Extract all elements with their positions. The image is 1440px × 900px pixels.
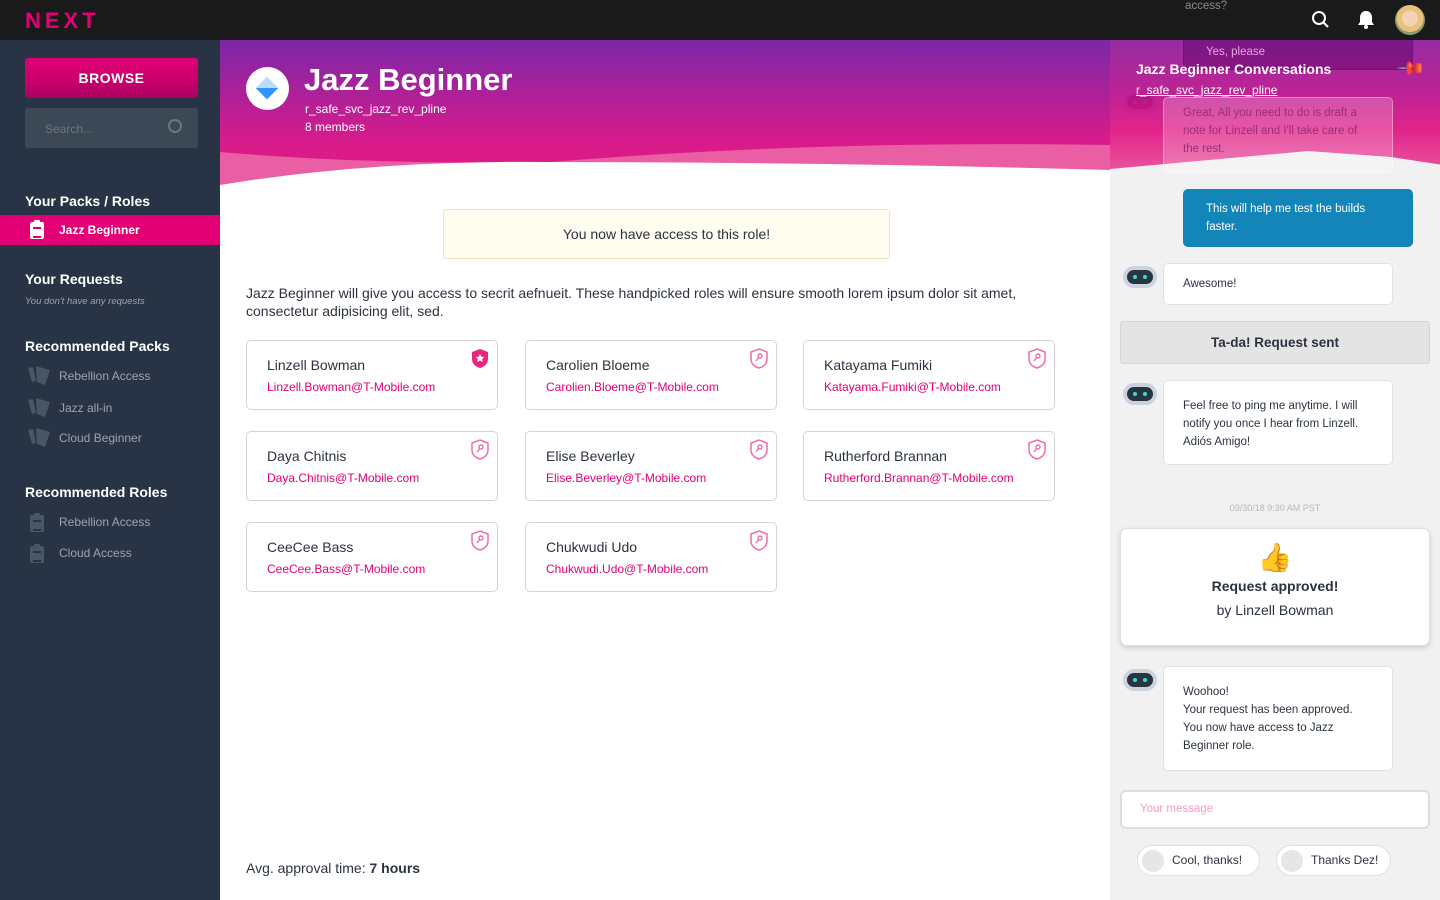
sidebar-search-input[interactable]: Search...: [25, 108, 198, 148]
requests-note: You don't have any requests: [25, 296, 145, 307]
key-shield-icon: [750, 348, 768, 369]
rec-packs-heading: Recommended Packs: [25, 338, 170, 354]
key-shield-icon: [1028, 439, 1046, 460]
member-card[interactable]: Chukwudi Udo Chukwudi.Udo@T-Mobile.com: [525, 522, 777, 592]
member-name: CeeCee Bass: [267, 539, 354, 555]
member-name: Chukwudi Udo: [546, 539, 638, 555]
sidebar-item-label: Jazz all-in: [59, 401, 113, 415]
user-message: This will help me test the builds faster…: [1183, 189, 1413, 247]
role-description: Jazz Beginner will give you access to se…: [246, 285, 1017, 319]
clipboard-icon: [30, 513, 44, 532]
quick-reply-label: Thanks Dez!: [1311, 853, 1379, 867]
user-avatar[interactable]: [1395, 5, 1425, 35]
bot-message: Woohoo! Your request has been approved. …: [1163, 666, 1393, 771]
member-email[interactable]: Rutherford.Brannan@T-Mobile.com: [824, 471, 1014, 485]
key-shield-icon: [750, 530, 768, 551]
member-card[interactable]: Linzell Bowman Linzell.Bowman@T-Mobile.co…: [246, 340, 498, 410]
message-line: You now have access to Jazz Beginner rol…: [1183, 722, 1334, 752]
key-shield-icon: [750, 439, 768, 460]
sidebar-item-label: Cloud Access: [59, 546, 132, 560]
member-card[interactable]: Elise Beverley Elise.Beverley@T-Mobile.co…: [525, 431, 777, 501]
bot-message: Feel free to ping me anytime. I will not…: [1163, 380, 1393, 465]
search-icon[interactable]: [168, 119, 182, 133]
role-title: Jazz Beginner: [304, 62, 513, 97]
quick-reply-cool-thanks[interactable]: Cool, thanks!: [1137, 845, 1260, 876]
clipboard-icon: [30, 544, 44, 563]
browse-button[interactable]: BROWSE: [25, 58, 198, 98]
chat-timestamp: 09/30/18 9:30 AM PST: [1229, 503, 1321, 513]
member-card[interactable]: Katayama Fumiki Katayama.Fumiki@T-Mobile.…: [803, 340, 1055, 410]
search-placeholder: Search...: [45, 122, 94, 136]
bot-message: Great, All you need to do is draft a not…: [1163, 97, 1393, 173]
avg-approval-time: Avg. approval time: 7 hours: [246, 860, 420, 876]
sidebar-item-label: Jazz Beginner: [59, 223, 140, 237]
request-sent-banner: Ta-da! Request sent: [1120, 321, 1430, 364]
next-logo[interactable]: NEXT: [25, 8, 100, 34]
member-name: Daya Chitnis: [267, 448, 347, 464]
member-card[interactable]: CeeCee Bass CeeCee.Bass@T-Mobile.com: [246, 522, 498, 592]
member-name: Rutherford Brannan: [824, 448, 947, 464]
member-name: Linzell Bowman: [267, 357, 366, 373]
role-id: r_safe_svc_jazz_rev_pline: [305, 102, 447, 116]
packs-heading: Your Packs / Roles: [25, 193, 151, 209]
bot-message-access: access?: [1185, 0, 1228, 12]
thumbs-up-icon: 👍: [1257, 542, 1293, 573]
main-content: Jazz Beginner r_safe_svc_jazz_rev_pline …: [220, 40, 1110, 900]
member-card[interactable]: Carolien Bloeme Carolien.Bloeme@T-Mobile.…: [525, 340, 777, 410]
approval-title: Request approved!: [1211, 578, 1339, 594]
member-name: Katayama Fumiki: [824, 357, 933, 373]
member-email[interactable]: Carolien.Bloeme@T-Mobile.com: [546, 380, 719, 394]
sidebar-item-jazz-beginner[interactable]: Jazz Beginner: [0, 215, 220, 245]
member-email[interactable]: Chukwudi.Udo@T-Mobile.com: [546, 562, 708, 576]
approval-by: by Linzell Bowman: [1216, 602, 1334, 618]
sidebar-item-label: Rebellion Access: [59, 515, 151, 529]
requests-heading: Your Requests: [25, 271, 123, 287]
message-line: Woohoo!: [1183, 686, 1229, 698]
avg-label: Avg. approval time:: [246, 860, 370, 876]
bot-message: Awesome!: [1163, 263, 1393, 305]
reply-icon: [1142, 850, 1164, 872]
clipboard-icon: [30, 220, 44, 239]
rec-roles-heading: Recommended Roles: [25, 484, 168, 500]
bell-icon[interactable]: [1357, 10, 1375, 29]
reply-icon: [1281, 850, 1303, 872]
pack-icon: [28, 398, 50, 417]
pack-icon: [28, 428, 50, 447]
quick-reply-label: Cool, thanks!: [1172, 853, 1243, 867]
key-shield-icon: [1028, 348, 1046, 369]
member-email[interactable]: CeeCee.Bass@T-Mobile.com: [267, 562, 425, 576]
member-email[interactable]: Daya.Chitnis@T-Mobile.com: [267, 471, 419, 485]
chat-role-link[interactable]: r_safe_svc_jazz_rev_pline: [1136, 83, 1277, 97]
sidebar-item-label: Rebellion Access: [59, 369, 151, 383]
message-input[interactable]: Your message: [1120, 790, 1430, 829]
member-email[interactable]: Elise.Beverley@T-Mobile.com: [546, 471, 706, 485]
member-email[interactable]: Katayama.Fumiki@T-Mobile.com: [824, 380, 1001, 394]
role-members-count: 8 members: [305, 120, 366, 134]
avg-value: 7 hours: [369, 860, 421, 876]
message-line: Your request has been approved.: [1183, 704, 1353, 716]
bot-avatar-icon: [1123, 669, 1157, 691]
member-card[interactable]: Daya Chitnis Daya.Chitnis@T-Mobile.com: [246, 431, 498, 501]
key-shield-icon: [471, 530, 489, 551]
member-email[interactable]: Linzell.Bowman@T-Mobile.com: [267, 380, 435, 394]
access-notice: You now have access to this role!: [443, 209, 890, 259]
member-name: Carolien Bloeme: [546, 357, 650, 373]
chat-panel: Yes, please Great, All you need to do is…: [1110, 0, 1440, 900]
quick-reply-thanks-dez[interactable]: Thanks Dez!: [1276, 845, 1391, 876]
key-shield-icon: [471, 439, 489, 460]
bot-avatar-icon: [1123, 266, 1157, 288]
member-card[interactable]: Rutherford Brannan Rutherford.Brannan@T-M…: [803, 431, 1055, 501]
search-icon[interactable]: [1311, 10, 1330, 29]
pack-icon: [28, 366, 50, 385]
role-diamond-icon: [246, 67, 289, 110]
owner-shield-icon: [472, 349, 488, 368]
member-name: Elise Beverley: [546, 448, 635, 464]
chat-title: Jazz Beginner Conversations: [1136, 61, 1332, 77]
sidebar: BROWSE Search... Your Packs / Roles Jazz…: [0, 40, 220, 900]
approval-card: 👍 Request approved! by Linzell Bowman: [1120, 528, 1430, 646]
bot-avatar-icon: [1123, 383, 1157, 405]
sidebar-item-label: Cloud Beginner: [59, 431, 142, 445]
